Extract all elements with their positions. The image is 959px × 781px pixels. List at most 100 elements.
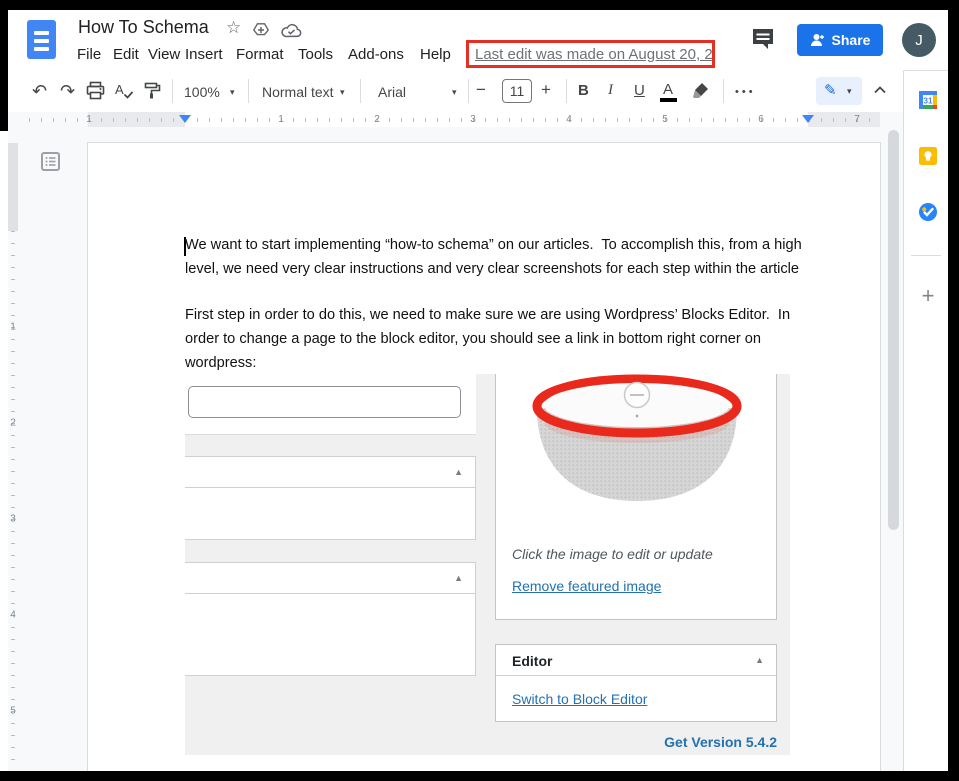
undo-button[interactable]: ↶ <box>32 80 47 102</box>
avatar-initial: J <box>915 32 923 49</box>
highlight-color-button[interactable] <box>692 81 711 105</box>
google-docs-logo[interactable] <box>27 20 56 59</box>
right-indent-marker[interactable] <box>802 115 814 123</box>
wp-featured-image-panel: Click the image to edit or update Remove… <box>495 374 777 620</box>
italic-button[interactable]: I <box>608 82 613 99</box>
wp-editor-panel-title: Editor <box>512 653 552 669</box>
echo-dot-photo <box>520 374 754 508</box>
ruler-number: 1 <box>8 322 18 333</box>
star-icon[interactable]: ☆ <box>226 18 241 38</box>
editing-mode-button[interactable] <box>816 77 862 105</box>
spellcheck-button[interactable]: A <box>115 81 134 105</box>
cloud-saved-icon[interactable] <box>281 23 302 43</box>
wp-meta-box: ▲ <box>185 562 476 676</box>
wp-editor-panel-header: Editor ▲ <box>496 645 776 676</box>
menu-view[interactable]: View <box>148 46 180 63</box>
chevron-down-icon[interactable]: ▾ <box>452 87 457 98</box>
zoom-select[interactable]: 100% <box>184 84 220 100</box>
pencil-icon[interactable]: ✎ <box>824 81 837 99</box>
collapse-arrow-icon: ▲ <box>454 468 463 477</box>
wp-editor-area <box>185 374 476 435</box>
last-edit-annotation-box: Last edit was made on August 20, 2… <box>466 40 715 68</box>
screenshot-edge <box>0 0 959 10</box>
underline-button[interactable]: U <box>634 82 645 99</box>
wp-get-version-link: Get Version 5.4.2 <box>495 734 777 750</box>
redo-button[interactable]: ↷ <box>60 80 75 102</box>
ruler-number: 2 <box>374 114 380 125</box>
ruler-number: 5 <box>8 706 18 717</box>
comment-history-icon[interactable] <box>751 27 776 51</box>
menu-file[interactable]: File <box>77 46 101 63</box>
account-avatar[interactable]: J <box>902 23 936 57</box>
logo-line <box>34 39 49 43</box>
google-keep-icon[interactable] <box>919 147 937 165</box>
paragraph-style-select[interactable]: Normal text <box>262 84 334 100</box>
last-edit-link[interactable]: Last edit was made on August 20, 2… <box>469 46 715 63</box>
menu-add-ons[interactable]: Add-ons <box>348 46 404 63</box>
vertical-ruler-margin <box>8 143 18 231</box>
toolbar-separator <box>360 79 361 103</box>
ruler-number: 4 <box>8 610 18 621</box>
vertical-ruler-ticks <box>11 231 15 761</box>
menu-insert[interactable]: Insert <box>185 46 223 63</box>
toolbar-separator <box>468 79 469 103</box>
menu-tools[interactable]: Tools <box>298 46 333 63</box>
embedded-wordpress-screenshot[interactable]: ▲ ▲ <box>185 374 790 755</box>
paragraph[interactable]: We want to start implementing “how-to sc… <box>185 233 815 281</box>
font-select[interactable]: Arial <box>378 84 406 100</box>
wp-image-caption: Click the image to edit or update <box>512 546 713 562</box>
font-size-input[interactable]: 11 <box>502 79 532 103</box>
wp-text-input <box>188 386 461 418</box>
decrease-font-size-button[interactable]: − <box>476 80 486 100</box>
ruler-number: 1 <box>278 114 284 125</box>
screenshot-edge <box>948 0 959 781</box>
share-label: Share <box>832 32 871 48</box>
left-indent-marker[interactable] <box>179 115 191 123</box>
ruler-number: 5 <box>662 114 668 125</box>
google-docs-window: How To Schema ☆ File Edit View Insert Format… <box>0 0 959 781</box>
wp-meta-box-header: ▲ <box>185 457 475 488</box>
menu-help[interactable]: Help <box>420 46 451 63</box>
ruler-number: 7 <box>854 114 860 125</box>
wp-meta-box-header: ▲ <box>185 563 475 594</box>
toolbar-separator <box>566 79 567 103</box>
chevron-down-icon[interactable]: ▾ <box>230 87 235 98</box>
svg-text:A: A <box>115 82 124 97</box>
logo-line <box>34 47 49 51</box>
more-options-button[interactable]: ••• <box>735 86 756 98</box>
text-color-button[interactable]: A <box>663 81 673 98</box>
menu-format[interactable]: Format <box>236 46 284 63</box>
collapse-arrow-icon: ▲ <box>755 656 764 665</box>
ruler-number: 2 <box>8 418 18 429</box>
ruler-number: 6 <box>758 114 764 125</box>
chevron-down-icon[interactable]: ▾ <box>340 87 345 98</box>
document-title[interactable]: How To Schema <box>78 17 209 38</box>
share-button[interactable]: Share <box>797 24 883 56</box>
workspace-side-panel <box>903 70 948 772</box>
get-add-ons-button[interactable]: + <box>917 283 939 309</box>
screenshot-edge <box>0 771 959 781</box>
paint-format-button[interactable] <box>143 81 162 105</box>
paragraph[interactable]: First step in order to do this, we need … <box>185 303 815 375</box>
increase-font-size-button[interactable]: + <box>541 80 551 100</box>
document-outline-icon[interactable] <box>41 152 60 171</box>
menu-edit[interactable]: Edit <box>113 46 139 63</box>
vertical-scrollbar-thumb[interactable] <box>888 130 899 530</box>
print-button[interactable] <box>86 81 105 105</box>
hide-menus-button[interactable] <box>872 82 888 103</box>
bold-button[interactable]: B <box>578 82 589 99</box>
toolbar-separator <box>723 79 724 103</box>
ruler-number: 3 <box>470 114 476 125</box>
share-person-icon <box>810 33 825 47</box>
move-folder-icon[interactable] <box>252 22 270 43</box>
chevron-down-icon[interactable]: ▾ <box>847 86 852 97</box>
google-calendar-icon[interactable]: 31 <box>919 91 937 109</box>
wp-switch-to-block-editor-link: Switch to Block Editor <box>512 691 647 707</box>
google-tasks-icon[interactable] <box>919 203 937 221</box>
svg-text:31: 31 <box>924 96 933 105</box>
ruler-number: 3 <box>8 514 18 525</box>
wp-editor-panel: Editor ▲ Switch to Block Editor <box>495 644 777 722</box>
wp-remove-featured-image-link: Remove featured image <box>512 578 661 594</box>
side-panel-divider <box>911 255 941 256</box>
toolbar-separator <box>248 79 249 103</box>
